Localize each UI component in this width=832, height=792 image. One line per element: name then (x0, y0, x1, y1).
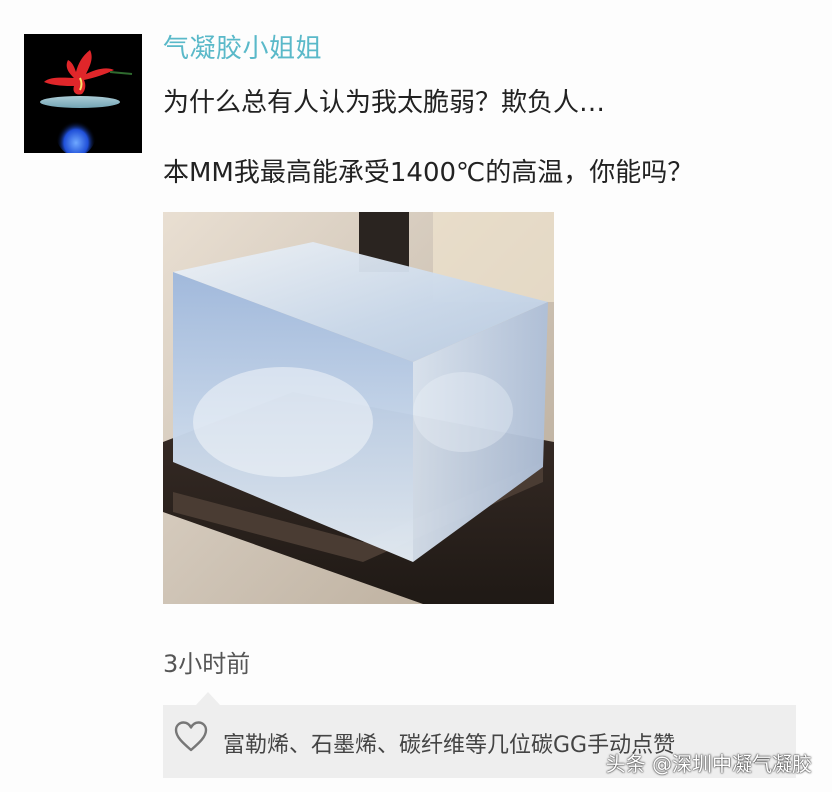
source-watermark: 头条 @深圳中凝气凝胶 (605, 752, 812, 776)
post-text-line-1: 为什么总有人认为我太脆弱？欺负人… (163, 88, 606, 118)
aerogel-photo (163, 212, 554, 604)
avatar[interactable] (24, 34, 142, 153)
post-card: 气凝胶小姐姐 为什么总有人认为我太脆弱？欺负人… 本MM我最高能承受1400℃的… (0, 0, 832, 792)
author-name[interactable]: 气凝胶小姐姐 (163, 28, 322, 65)
post-timestamp: 3小时前 (163, 650, 251, 678)
post-image[interactable] (163, 212, 554, 604)
heart-outline-icon[interactable] (173, 719, 209, 755)
post-text-line-2: 本MM我最高能承受1400℃的高温，你能吗？ (163, 158, 694, 188)
like-bar-pointer (196, 692, 220, 705)
avatar-image (24, 34, 142, 153)
